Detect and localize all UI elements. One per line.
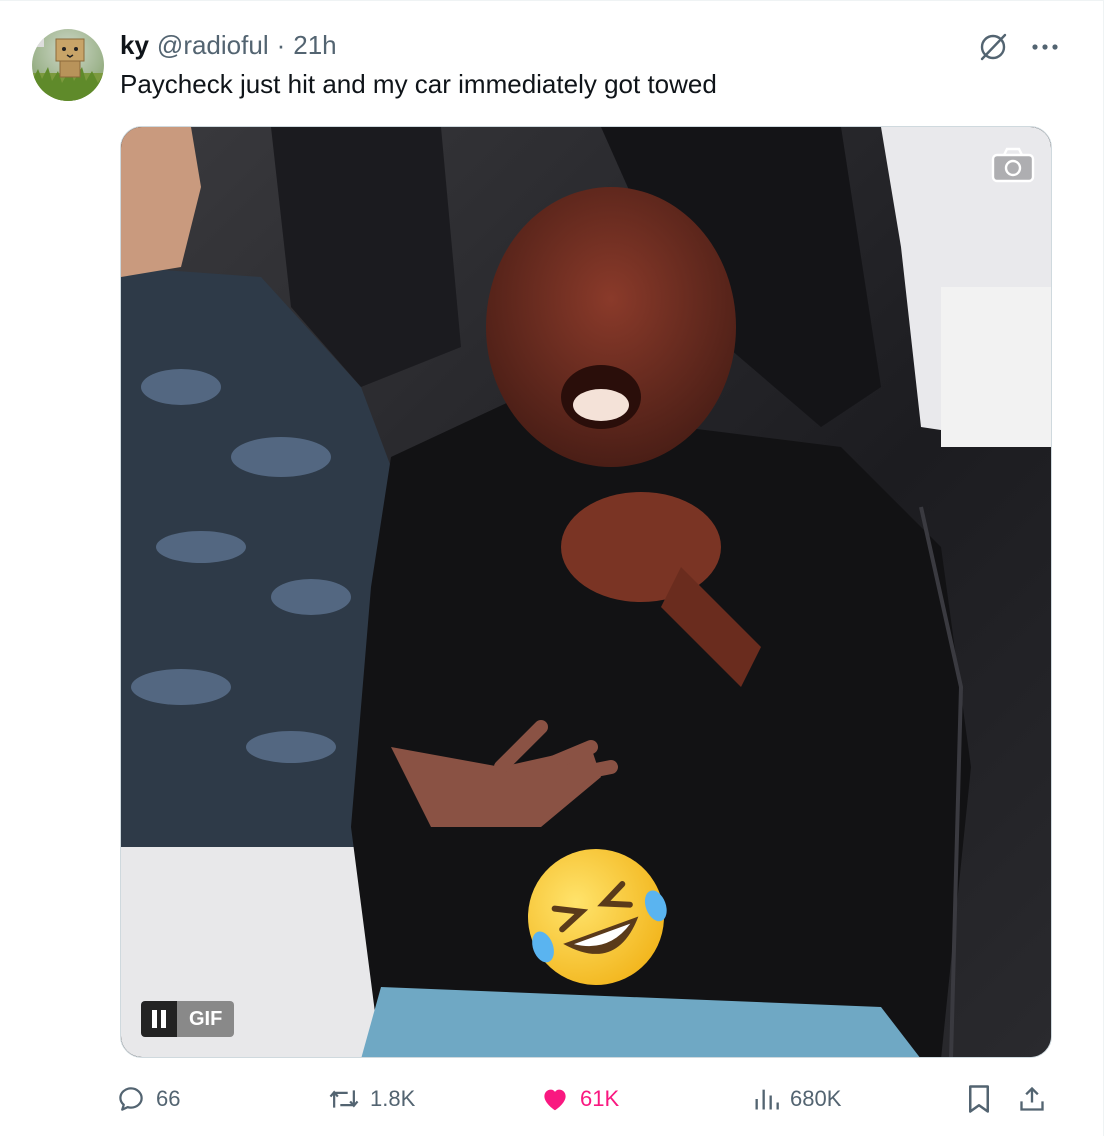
tweet-text: Paycheck just hit and my car immediately… [120,69,717,99]
repost-count: 1.8K [370,1086,416,1111]
like-count: 61K [580,1086,620,1111]
tweet-top-actions [975,29,1063,65]
gif-frame [121,127,1051,1057]
grok-icon[interactable] [975,29,1011,65]
gif-media[interactable]: GIF [120,126,1052,1058]
bookmark-icon [969,1085,989,1113]
bookmark-button[interactable] [966,1079,992,1119]
camera-icon[interactable] [989,145,1037,185]
share-icon [1020,1086,1044,1111]
share-button[interactable] [1018,1079,1046,1119]
heart-icon [544,1089,566,1111]
analytics-icon [755,1089,779,1110]
repost-icon [329,1090,359,1108]
more-options-icon[interactable] [1027,29,1063,65]
reply-button[interactable]: 66 [116,1079,180,1119]
pause-icon[interactable] [141,1001,177,1037]
view-count: 680K [790,1086,842,1111]
views-button[interactable]: 680K [752,1079,841,1119]
author-handle[interactable]: @radioful [157,29,269,61]
avatar[interactable] [32,29,104,101]
repost-button[interactable]: 1.8K [328,1079,415,1119]
reply-count: 66 [156,1086,181,1111]
tweet-header: ky @radioful · 21h [120,29,337,61]
reply-icon [119,1087,143,1111]
author-name[interactable]: ky [120,29,149,61]
gif-controls: GIF [141,1001,235,1037]
like-button[interactable]: 61K [540,1079,619,1119]
separator: · [276,30,286,60]
tweet-card[interactable]: ky @radioful · 21h Paycheck just hit and… [0,0,1104,1136]
tweet-actions: 66 1.8K 61K 680K [116,1079,1056,1119]
gif-badge: GIF [177,1001,235,1037]
timestamp[interactable]: 21h [293,29,336,61]
